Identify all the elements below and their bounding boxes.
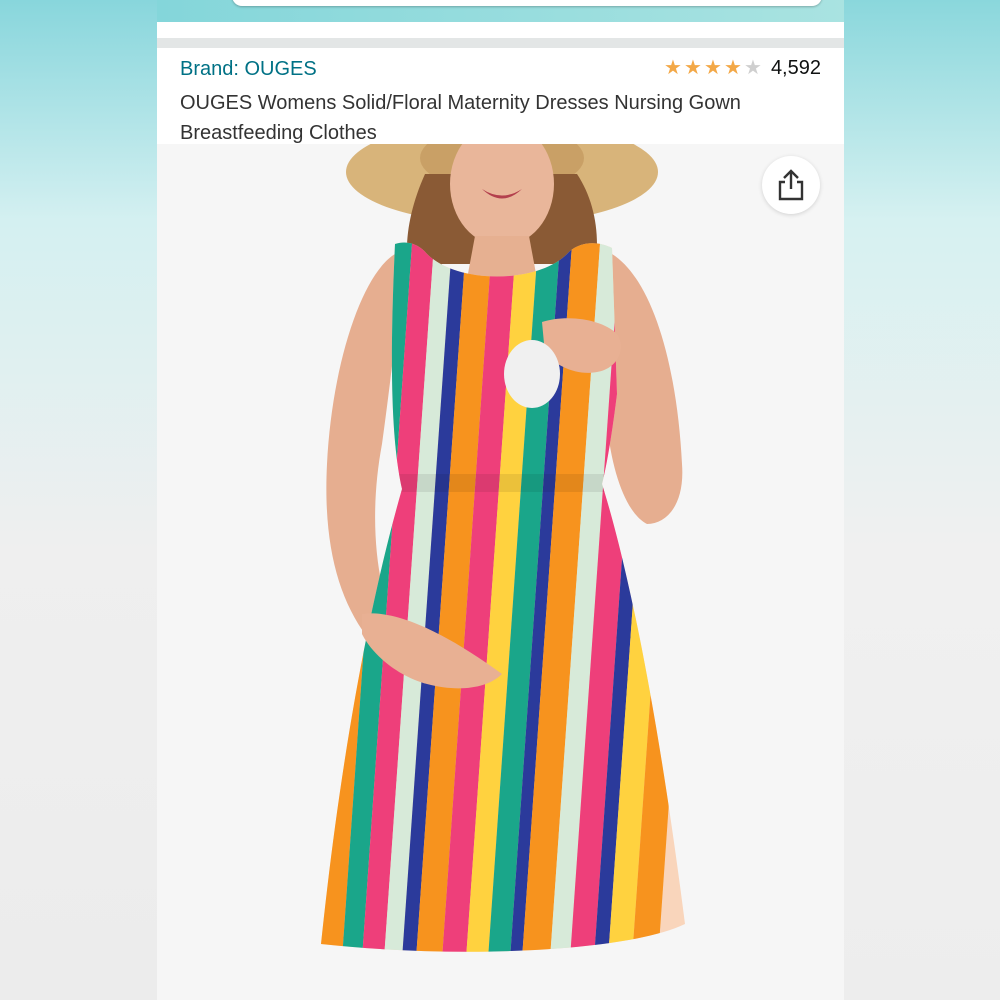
share-icon [778,169,804,201]
star-rating: ★ ★ ★ ★ ★ [663,56,763,80]
background-left-blur [0,0,157,1000]
share-button[interactable] [762,156,820,214]
star-filled-icon: ★ [663,57,682,79]
product-header: Brand: OUGES ★ ★ ★ ★ ★ 4,592 OUGES Womens So… [157,48,844,144]
section-divider [157,38,844,48]
star-filled-icon: ★ [723,57,742,79]
rating-summary[interactable]: ★ ★ ★ ★ ★ 4,592 [663,56,821,80]
model-photo [157,144,844,1000]
product-image[interactable] [157,144,844,1000]
star-empty-icon: ★ [743,57,762,79]
review-count: 4,592 [770,56,821,79]
app-screen: Brand: OUGES ★ ★ ★ ★ ★ 4,592 OUGES Womens So… [157,0,844,1000]
product-title: OUGES Womens Solid/Floral Maternity Dres… [180,92,741,144]
background-right-blur [844,0,1000,1000]
star-filled-icon: ★ [683,57,702,79]
top-bar [157,0,844,22]
star-filled-icon: ★ [703,57,722,79]
brand-link[interactable]: Brand: OUGES [180,58,317,81]
search-bar[interactable] [232,0,822,6]
